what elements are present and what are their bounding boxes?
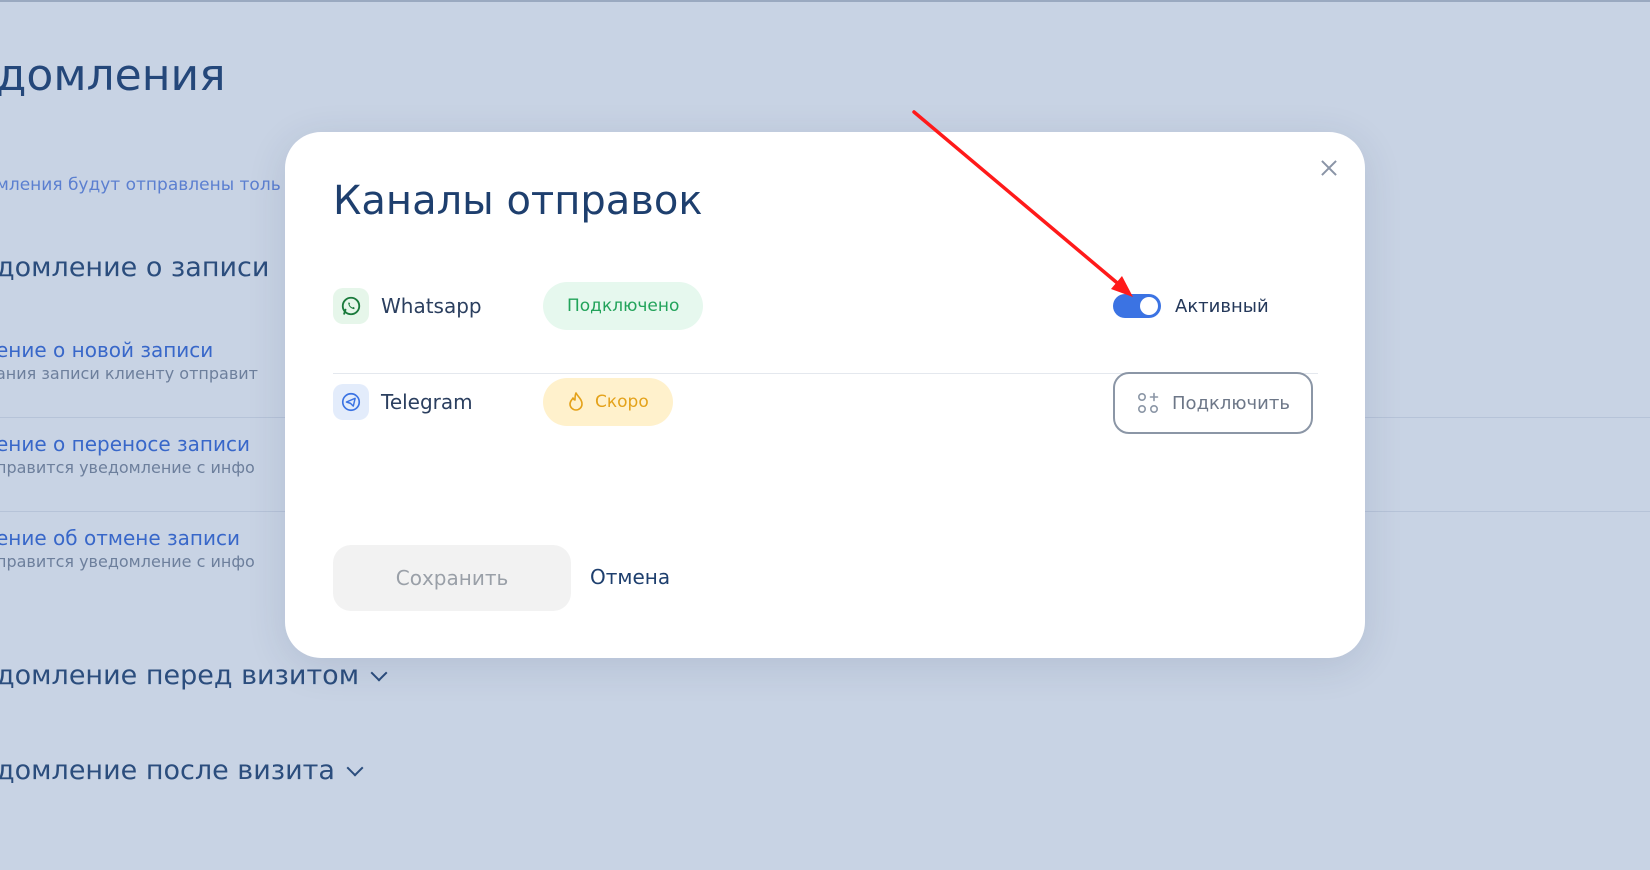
section-before-visit[interactable]: домление перед визитом (0, 660, 388, 691)
page-title: домления (0, 50, 226, 101)
item-reschedule-sub: правится уведомление с инфо (0, 458, 255, 477)
section-after-visit[interactable]: домление после визита (0, 755, 364, 786)
cancel-link[interactable]: Отмена (590, 565, 670, 589)
status-badge-label: Подключено (567, 296, 680, 316)
fire-icon (569, 392, 583, 411)
item-reschedule-title[interactable]: ение о переносе записи (0, 432, 250, 456)
chevron-down-icon (370, 664, 388, 681)
telegram-icon (333, 384, 369, 420)
item-new-record-title[interactable]: ение о новой записи (0, 338, 213, 362)
section-after-label: домление после визита (0, 755, 335, 786)
item-new-record-sub: ания записи клиенту отправит (0, 364, 258, 383)
status-badge-label: Скоро (595, 392, 649, 412)
item-cancel-title[interactable]: ение об отмене записи (0, 526, 240, 550)
toggle-switch[interactable] (1113, 294, 1161, 318)
channel-name: Whatsapp (381, 294, 482, 318)
page-subtitle: мления будут отправлены толь (0, 175, 281, 195)
connect-button[interactable]: Подключить (1113, 372, 1313, 434)
item-cancel-sub: правится уведомление с инфо (0, 552, 255, 571)
apps-add-icon (1138, 392, 1159, 414)
section-record-label: домление о записи (0, 252, 270, 283)
channel-name: Telegram (381, 390, 473, 414)
toggle-label: Активный (1175, 295, 1269, 317)
connect-label: Подключить (1172, 392, 1290, 414)
status-badge-connected: Подключено (543, 282, 704, 330)
status-badge-soon: Скоро (543, 378, 673, 426)
channel-row-whatsapp: Whatsapp Подключено Активный (333, 272, 1318, 342)
modal-title: Каналы отправок (333, 178, 703, 224)
active-toggle[interactable]: Активный (1113, 294, 1269, 318)
section-record-notification[interactable]: домление о записи (0, 252, 269, 283)
channels-modal: Каналы отправок Whatsapp Подключено Акти… (285, 132, 1365, 658)
close-icon[interactable] (1317, 156, 1341, 180)
save-button[interactable]: Сохранить (333, 545, 571, 611)
toggle-knob (1140, 297, 1158, 315)
channel-row-telegram: Telegram Скоро Подключить (333, 368, 1318, 438)
whatsapp-icon (333, 288, 369, 324)
section-before-label: домление перед визитом (0, 660, 360, 691)
chevron-down-icon (346, 759, 364, 776)
